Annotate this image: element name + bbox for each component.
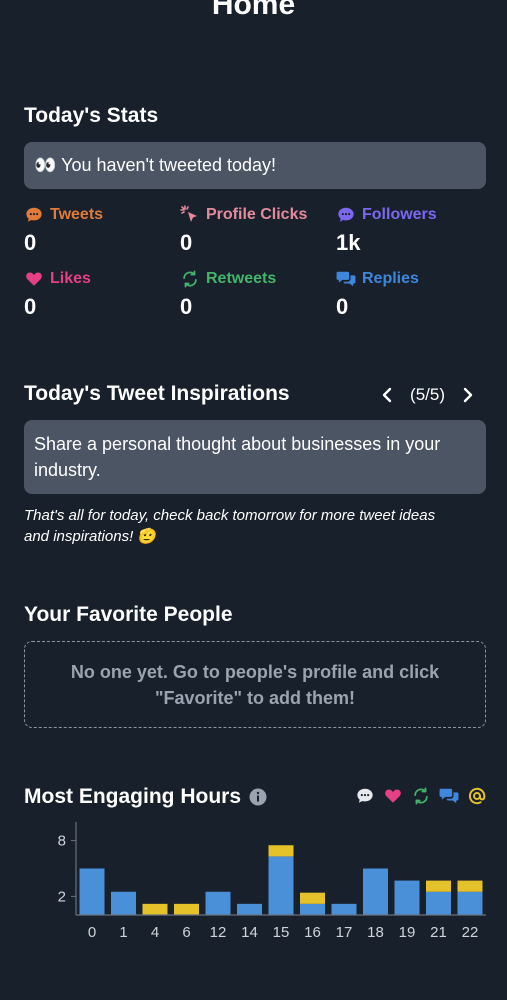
y-tick-label: 2 xyxy=(58,888,66,905)
bar-0-series-0[interactable] xyxy=(79,868,105,916)
x-tick-label: 16 xyxy=(304,924,321,941)
engagement-legend xyxy=(355,786,487,806)
stats-grid: Tweets 0 Profile Clicks 0 Followers 1k L… xyxy=(24,204,494,324)
replies-icon[interactable] xyxy=(439,786,459,806)
bar-17-series-0[interactable] xyxy=(331,903,357,915)
y-tick-label: 8 xyxy=(58,833,66,850)
retweet-icon[interactable] xyxy=(411,786,431,806)
x-tick-label: 21 xyxy=(430,924,447,941)
stat-retweets: Retweets 0 xyxy=(180,268,336,320)
stat-likes: Likes 0 xyxy=(24,268,180,320)
x-tick-label: 17 xyxy=(336,924,353,941)
x-tick-label: 12 xyxy=(210,924,227,941)
x-tick-label: 1 xyxy=(119,924,127,941)
inspirations-title: Today's Tweet Inspirations xyxy=(24,382,290,405)
bar-22-series-1[interactable] xyxy=(457,880,483,892)
bar-15-series-0[interactable] xyxy=(268,856,294,915)
page-indicator: (5/5) xyxy=(410,385,445,404)
mention-icon[interactable] xyxy=(467,786,487,806)
x-tick-label: 22 xyxy=(462,924,479,941)
stat-label: Followers xyxy=(362,206,437,223)
bar-4-series-1[interactable] xyxy=(142,903,168,915)
stat-label: Retweets xyxy=(206,270,277,287)
chat-bubble-icon xyxy=(24,205,44,225)
heart-icon xyxy=(24,269,44,289)
favorites-title: Your Favorite People xyxy=(24,603,233,626)
x-tick-label: 15 xyxy=(273,924,290,941)
x-tick-label: 18 xyxy=(367,924,384,941)
chat-dots-icon xyxy=(336,205,356,225)
bar-14-series-0[interactable] xyxy=(237,903,262,915)
engaging-hours-chart: 28 0 1 4 6 12 14 15 16 17 18 19 21 22 xyxy=(58,822,486,941)
bar-21-series-0[interactable] xyxy=(426,891,451,915)
bar-16-series-0[interactable] xyxy=(300,903,325,915)
stat-value: 0 xyxy=(180,294,193,319)
page-title: Home xyxy=(211,0,296,21)
inspiration-card[interactable]: Share a personal thought about businesse… xyxy=(24,420,486,494)
stat-label: Likes xyxy=(50,270,91,287)
bar-6-series-1[interactable] xyxy=(174,903,199,915)
bar-1-series-0[interactable] xyxy=(111,891,136,915)
chevron-left-icon[interactable] xyxy=(374,382,400,408)
stat-value: 0 xyxy=(180,230,193,255)
replies-icon xyxy=(336,269,356,289)
inspiration-note: That's all for today, check back tomorro… xyxy=(24,507,436,545)
stat-value: 0 xyxy=(24,230,37,255)
chevron-right-icon[interactable] xyxy=(455,382,481,408)
bar-19-series-0[interactable] xyxy=(394,880,420,915)
x-tick-label: 6 xyxy=(182,924,190,941)
stat-profile-clicks: Profile Clicks 0 xyxy=(180,204,336,256)
bar-22-series-0[interactable] xyxy=(457,891,483,915)
bar-18-series-0[interactable] xyxy=(363,868,388,916)
stat-replies: Replies 0 xyxy=(336,268,492,320)
stat-label: Profile Clicks xyxy=(206,206,308,223)
bar-16-series-1[interactable] xyxy=(300,892,325,904)
stat-followers: Followers 1k xyxy=(336,204,492,256)
stat-tweets: Tweets 0 xyxy=(24,204,180,256)
bar-21-series-1[interactable] xyxy=(426,880,451,892)
x-tick-label: 14 xyxy=(241,924,258,941)
engaging-title: Most Engaging Hours xyxy=(24,785,241,808)
info-icon[interactable] xyxy=(249,788,267,806)
stat-label: Replies xyxy=(362,270,419,287)
x-tick-label: 4 xyxy=(151,924,159,941)
x-tick-label: 19 xyxy=(399,924,416,941)
comment-icon[interactable] xyxy=(355,786,375,806)
heart-icon[interactable] xyxy=(383,786,403,806)
favorites-empty-text: No one yet. Go to people's profile and c… xyxy=(70,661,440,708)
stat-value: 1k xyxy=(336,230,361,255)
bar-12-series-0[interactable] xyxy=(205,891,231,915)
bar-15-series-1[interactable] xyxy=(268,845,294,857)
x-tick-label: 0 xyxy=(88,924,96,941)
favorites-empty-state: No one yet. Go to people's profile and c… xyxy=(24,641,486,728)
stat-value: 0 xyxy=(336,294,349,319)
inspirations-pager: (5/5) xyxy=(374,382,481,408)
no-tweet-banner: 👀 You haven't tweeted today! xyxy=(24,142,486,189)
stats-title: Today's Stats xyxy=(24,104,159,127)
retweet-icon xyxy=(180,269,200,289)
stat-label: Tweets xyxy=(50,206,104,223)
engaging-header: Most Engaging Hours xyxy=(24,785,267,809)
stat-value: 0 xyxy=(24,294,37,319)
cursor-click-icon xyxy=(180,205,200,225)
